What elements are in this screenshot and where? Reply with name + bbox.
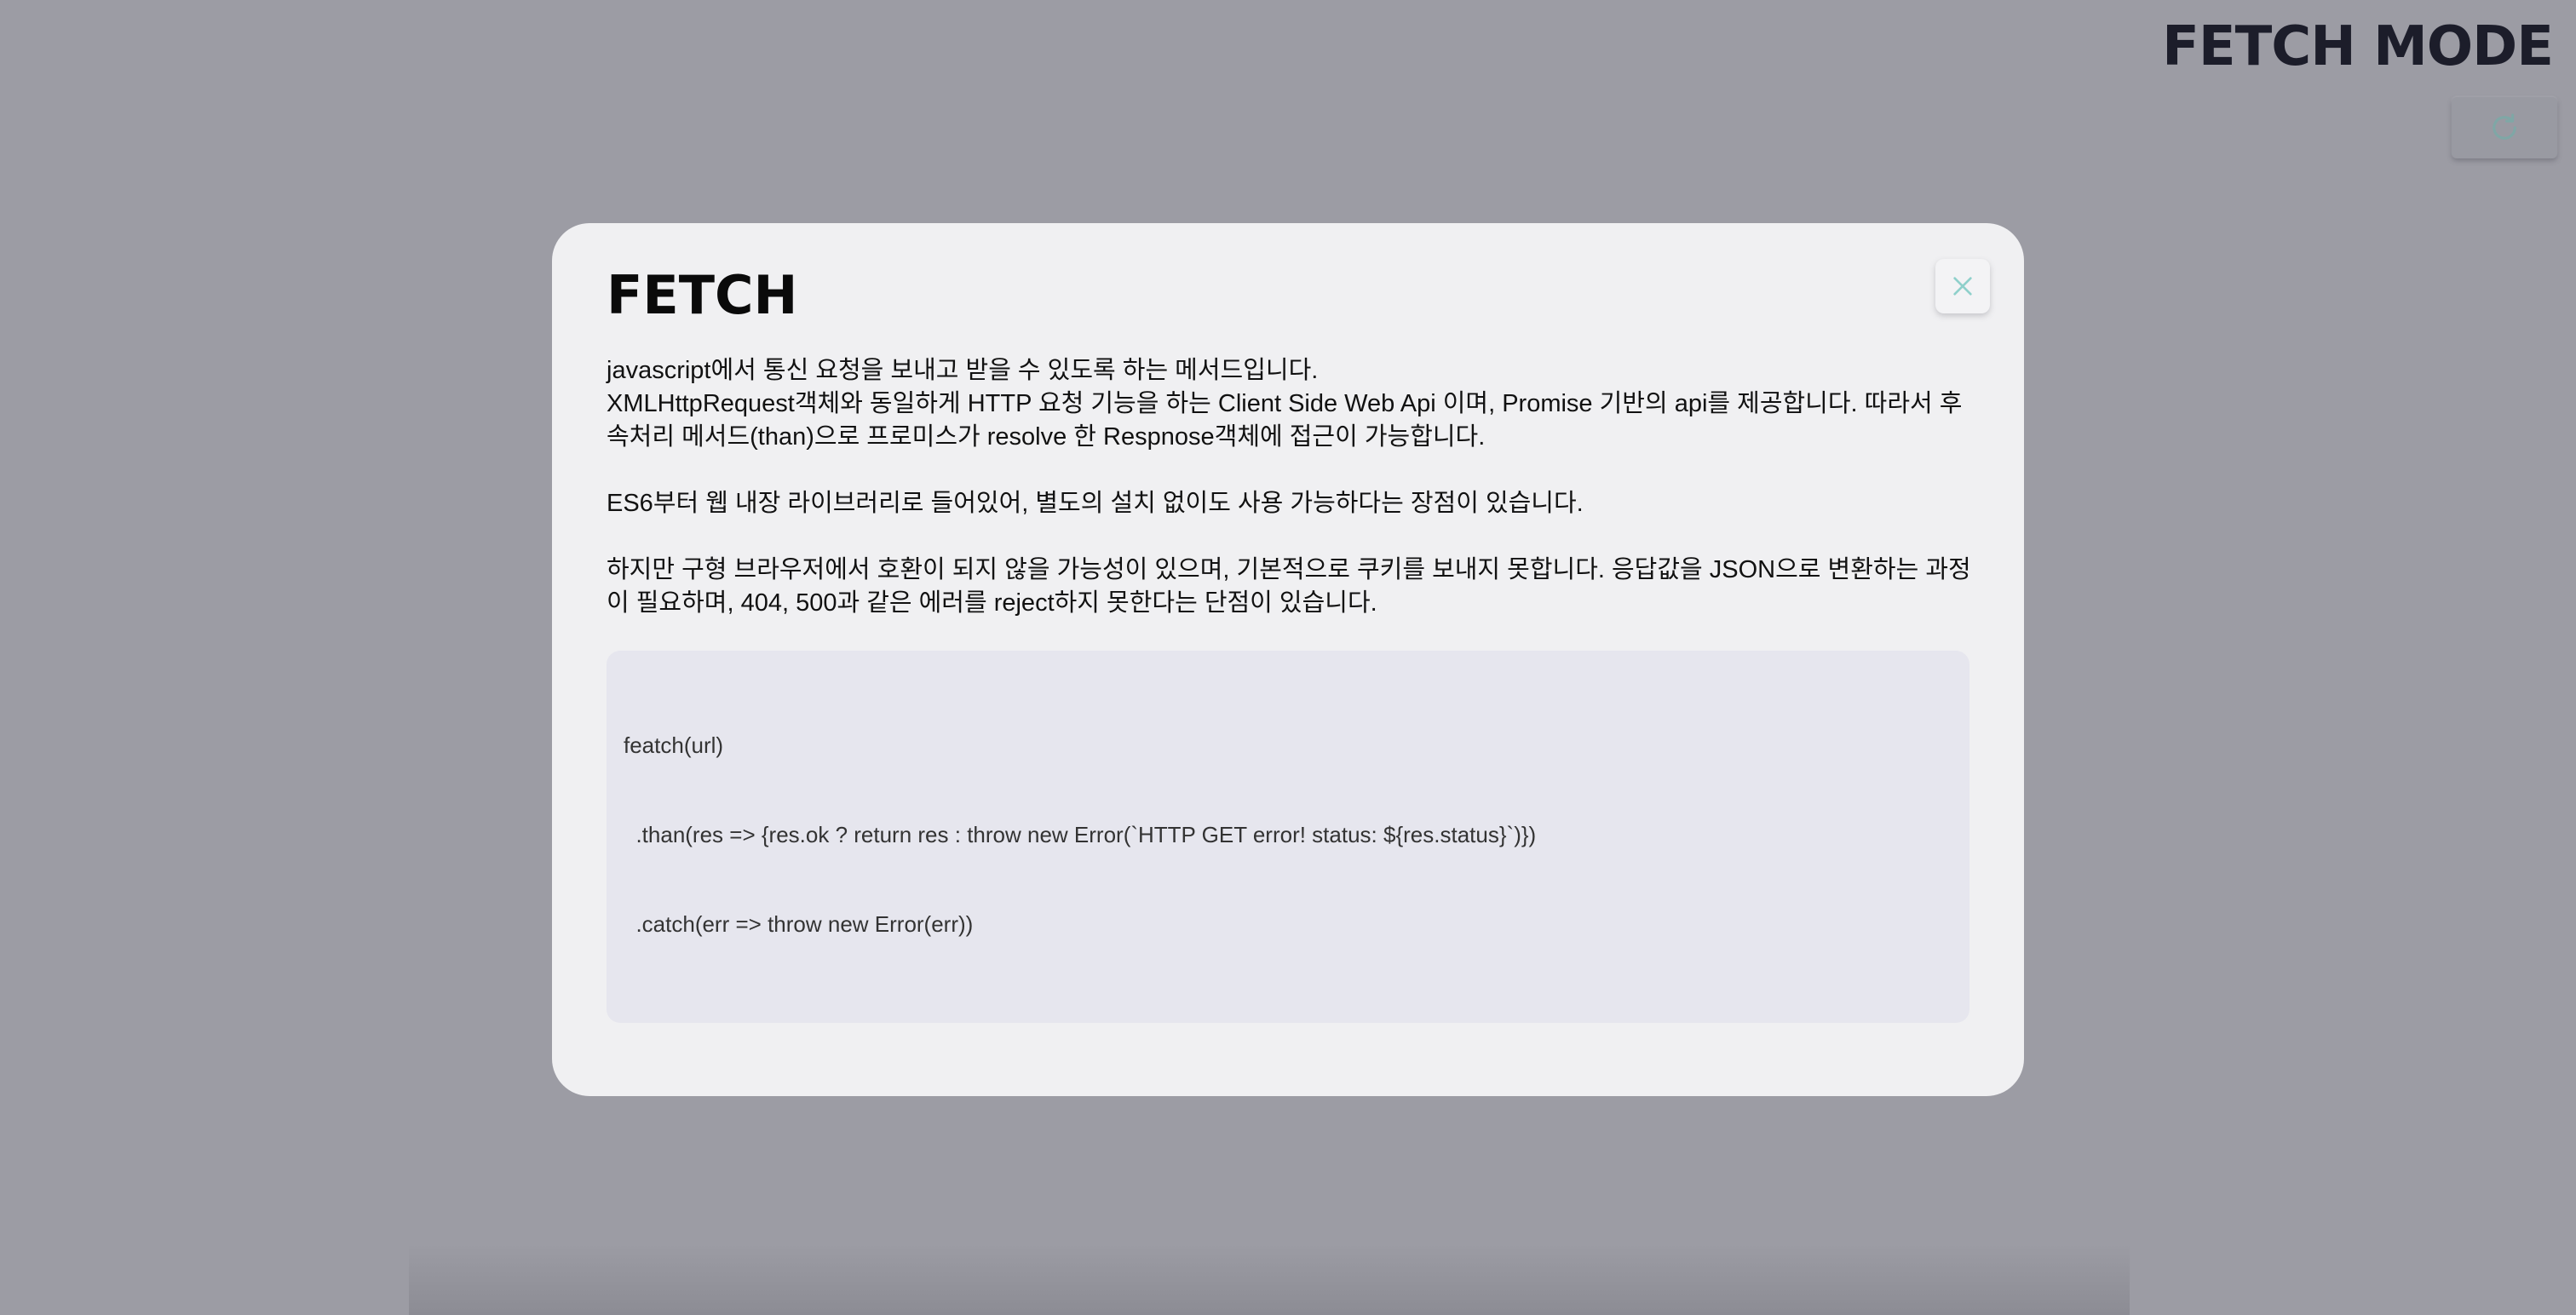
description-line-1: javascript에서 통신 요청을 보내고 받을 수 있도록 하는 메서드입… xyxy=(607,357,1319,385)
fetch-modal: FETCH javascript에서 통신 요청을 보내고 받을 수 있도록 하… xyxy=(552,223,2024,1096)
description-line-2: XMLHttpRequest객체와 동일하게 HTTP 요청 기능을 하는 Cl… xyxy=(607,390,1963,451)
code-line: .catch(err => throw new Error(err)) xyxy=(624,911,974,938)
modal-title: FETCH xyxy=(607,264,798,326)
close-icon xyxy=(1953,277,1972,296)
close-button[interactable] xyxy=(1935,259,1990,313)
description-paragraph-3: 하지만 구형 브라우저에서 호환이 되지 않을 가능성이 있으며, 기본적으로 … xyxy=(607,556,1971,617)
modal-description: javascript에서 통신 요청을 보내고 받을 수 있도록 하는 메서드입… xyxy=(607,354,1973,620)
description-paragraph-2: ES6부터 웹 내장 라이브러리로 들어있어, 별도의 설치 없이도 사용 가능… xyxy=(607,490,1584,518)
reload-button[interactable] xyxy=(2452,97,2557,158)
mode-title: FETCH MODE xyxy=(2162,15,2554,78)
code-example: featch(url) .than(res => {res.ok ? retur… xyxy=(607,651,1969,1024)
backdrop-shadow xyxy=(409,1243,2130,1315)
code-line: .than(res => {res.ok ? return res : thro… xyxy=(624,822,1537,848)
reload-icon xyxy=(2493,113,2516,140)
code-line: featch(url) xyxy=(624,732,724,759)
